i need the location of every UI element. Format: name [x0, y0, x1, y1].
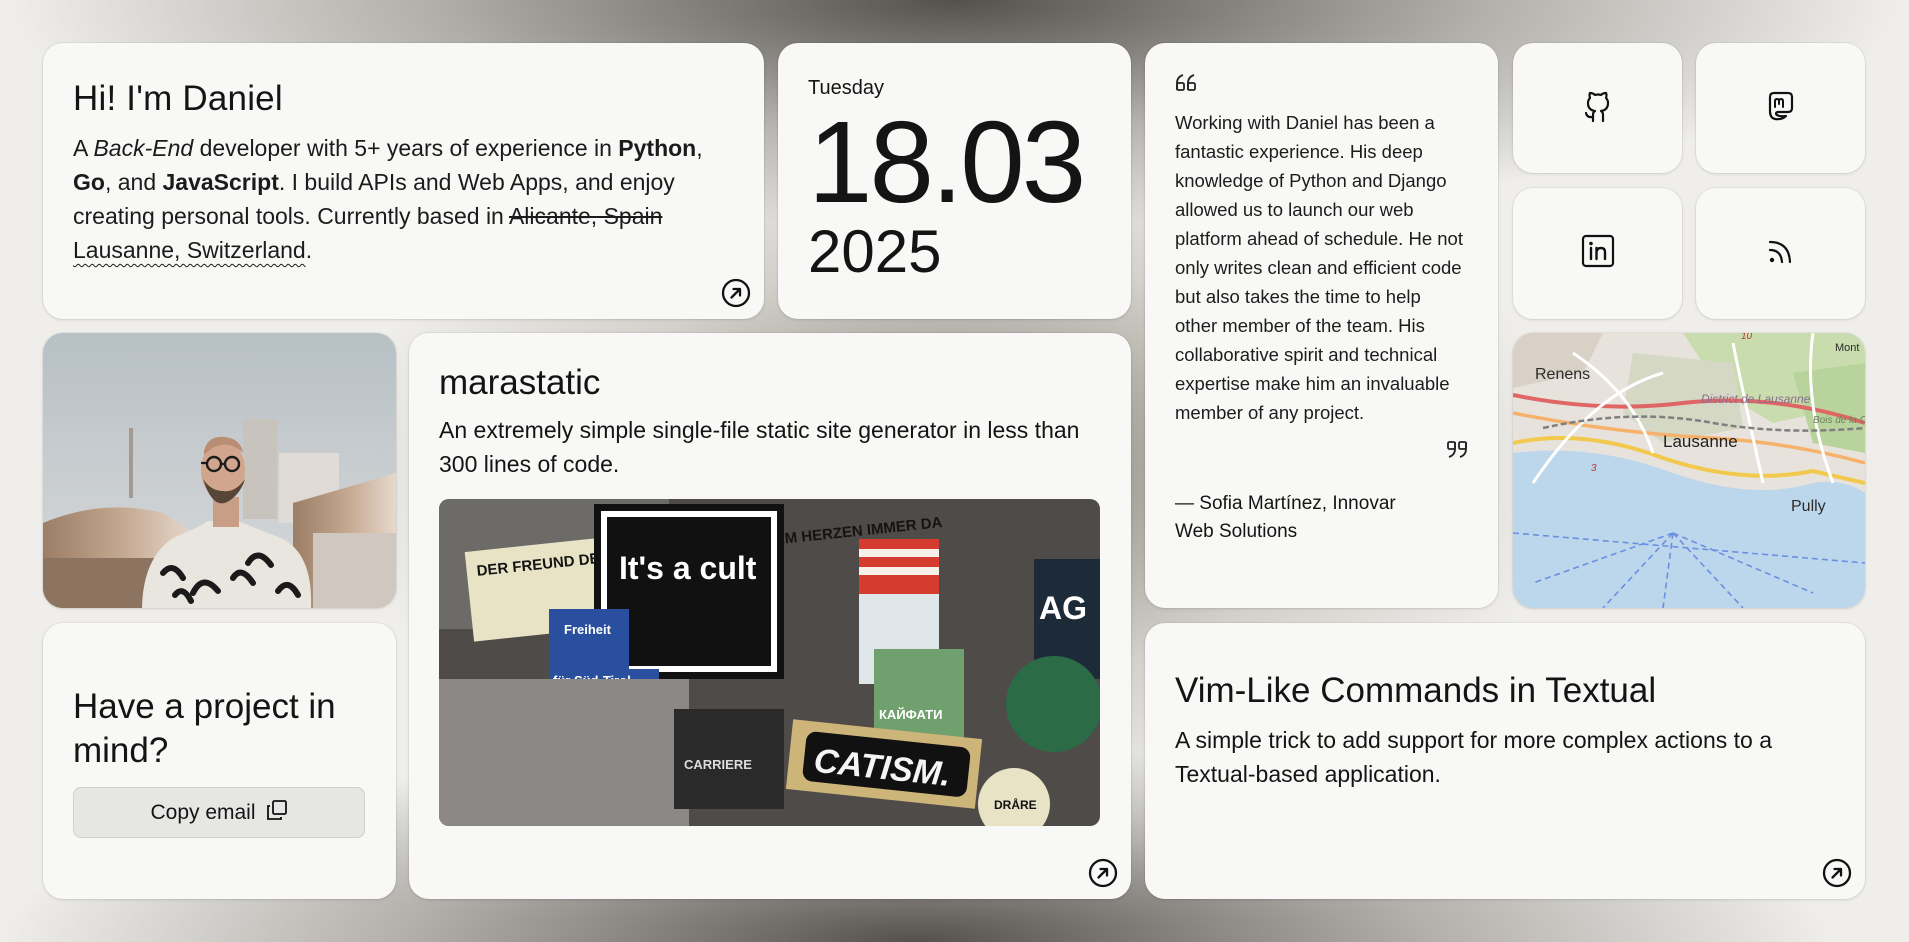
close-quote-icon — [1442, 439, 1468, 464]
post-description: A simple trick to add support for more c… — [1175, 727, 1772, 787]
map-label-mont: Mont — [1835, 342, 1859, 354]
date-card: Tuesday 18.03 2025 — [778, 43, 1131, 319]
intro-text: A Back-End developer with 5+ years of ex… — [73, 135, 703, 263]
year: 2025 — [808, 218, 942, 285]
map-label-road-3: 3 — [1591, 463, 1597, 474]
sticker-kaifati: КАЙФАТИ — [879, 707, 942, 722]
project-image: DER FREUND DER NEBEN MIR FEHLT IST IM HE… — [439, 499, 1100, 826]
map-label-lausanne: Lausanne — [1663, 432, 1738, 451]
current-location: Lausanne, Switzerland — [73, 237, 306, 263]
portrait-photo — [43, 333, 396, 608]
day-month: 18.03 — [808, 97, 1086, 227]
rss-link[interactable] — [1696, 188, 1865, 319]
rss-icon — [1766, 236, 1796, 271]
mastodon-link[interactable] — [1696, 43, 1865, 173]
project-card[interactable]: marastatic An extremely simple single-fi… — [409, 333, 1131, 899]
mastodon-icon — [1764, 89, 1798, 128]
linkedin-link[interactable] — [1513, 188, 1682, 319]
sticker-ag: AG — [1039, 590, 1087, 626]
post-card[interactable]: Vim-Like Commands in Textual A simple tr… — [1145, 623, 1865, 899]
map-label-road-10: 10 — [1741, 333, 1753, 342]
map-label-district: District de Lausanne — [1701, 392, 1811, 406]
github-icon — [1581, 88, 1615, 129]
post-link-arrow-icon[interactable] — [1821, 857, 1853, 889]
testimonial-author: — Sofia Martínez, Innovar Web Solutions — [1175, 493, 1396, 542]
contact-card: Have a project in mind? Copy email — [43, 623, 396, 899]
copy-email-label: Copy email — [150, 800, 256, 824]
github-link[interactable] — [1513, 43, 1682, 173]
old-location: Alicante, Spain — [508, 203, 663, 229]
testimonial-card: Working with Daniel has been a fantastic… — [1145, 43, 1498, 608]
map-label-bois: Bois de la Chenaie — [1813, 415, 1865, 426]
intro-card: Hi! I'm Daniel A Back-End developer with… — [43, 43, 764, 319]
contact-title: Have a project in mind? — [73, 687, 336, 770]
map-label-renens: Renens — [1535, 366, 1590, 383]
project-title: marastatic — [439, 363, 601, 402]
copy-icon — [266, 799, 288, 827]
map-label-pully: Pully — [1791, 498, 1826, 515]
testimonial-text: Working with Daniel has been a fantastic… — [1175, 112, 1463, 423]
location-map: Renens District de Lausanne Lausanne Pul… — [1513, 333, 1865, 608]
sticker-its-a-cult: It's a cult — [619, 550, 757, 586]
sticker-drare: DRÅRE — [994, 797, 1037, 812]
sticker-carriere: CARRIERE — [684, 757, 752, 772]
linkedin-icon — [1581, 234, 1615, 273]
intro-title: Hi! I'm Daniel — [73, 79, 283, 118]
sticker-freiheit: Freiheit — [564, 622, 612, 637]
open-quote-icon — [1175, 73, 1468, 98]
copy-email-button[interactable]: Copy email — [73, 787, 365, 838]
project-link-arrow-icon[interactable] — [1087, 857, 1119, 889]
intro-link-arrow-icon[interactable] — [720, 277, 752, 309]
post-title: Vim-Like Commands in Textual — [1175, 671, 1657, 710]
project-description: An extremely simple single-file static s… — [439, 417, 1080, 477]
